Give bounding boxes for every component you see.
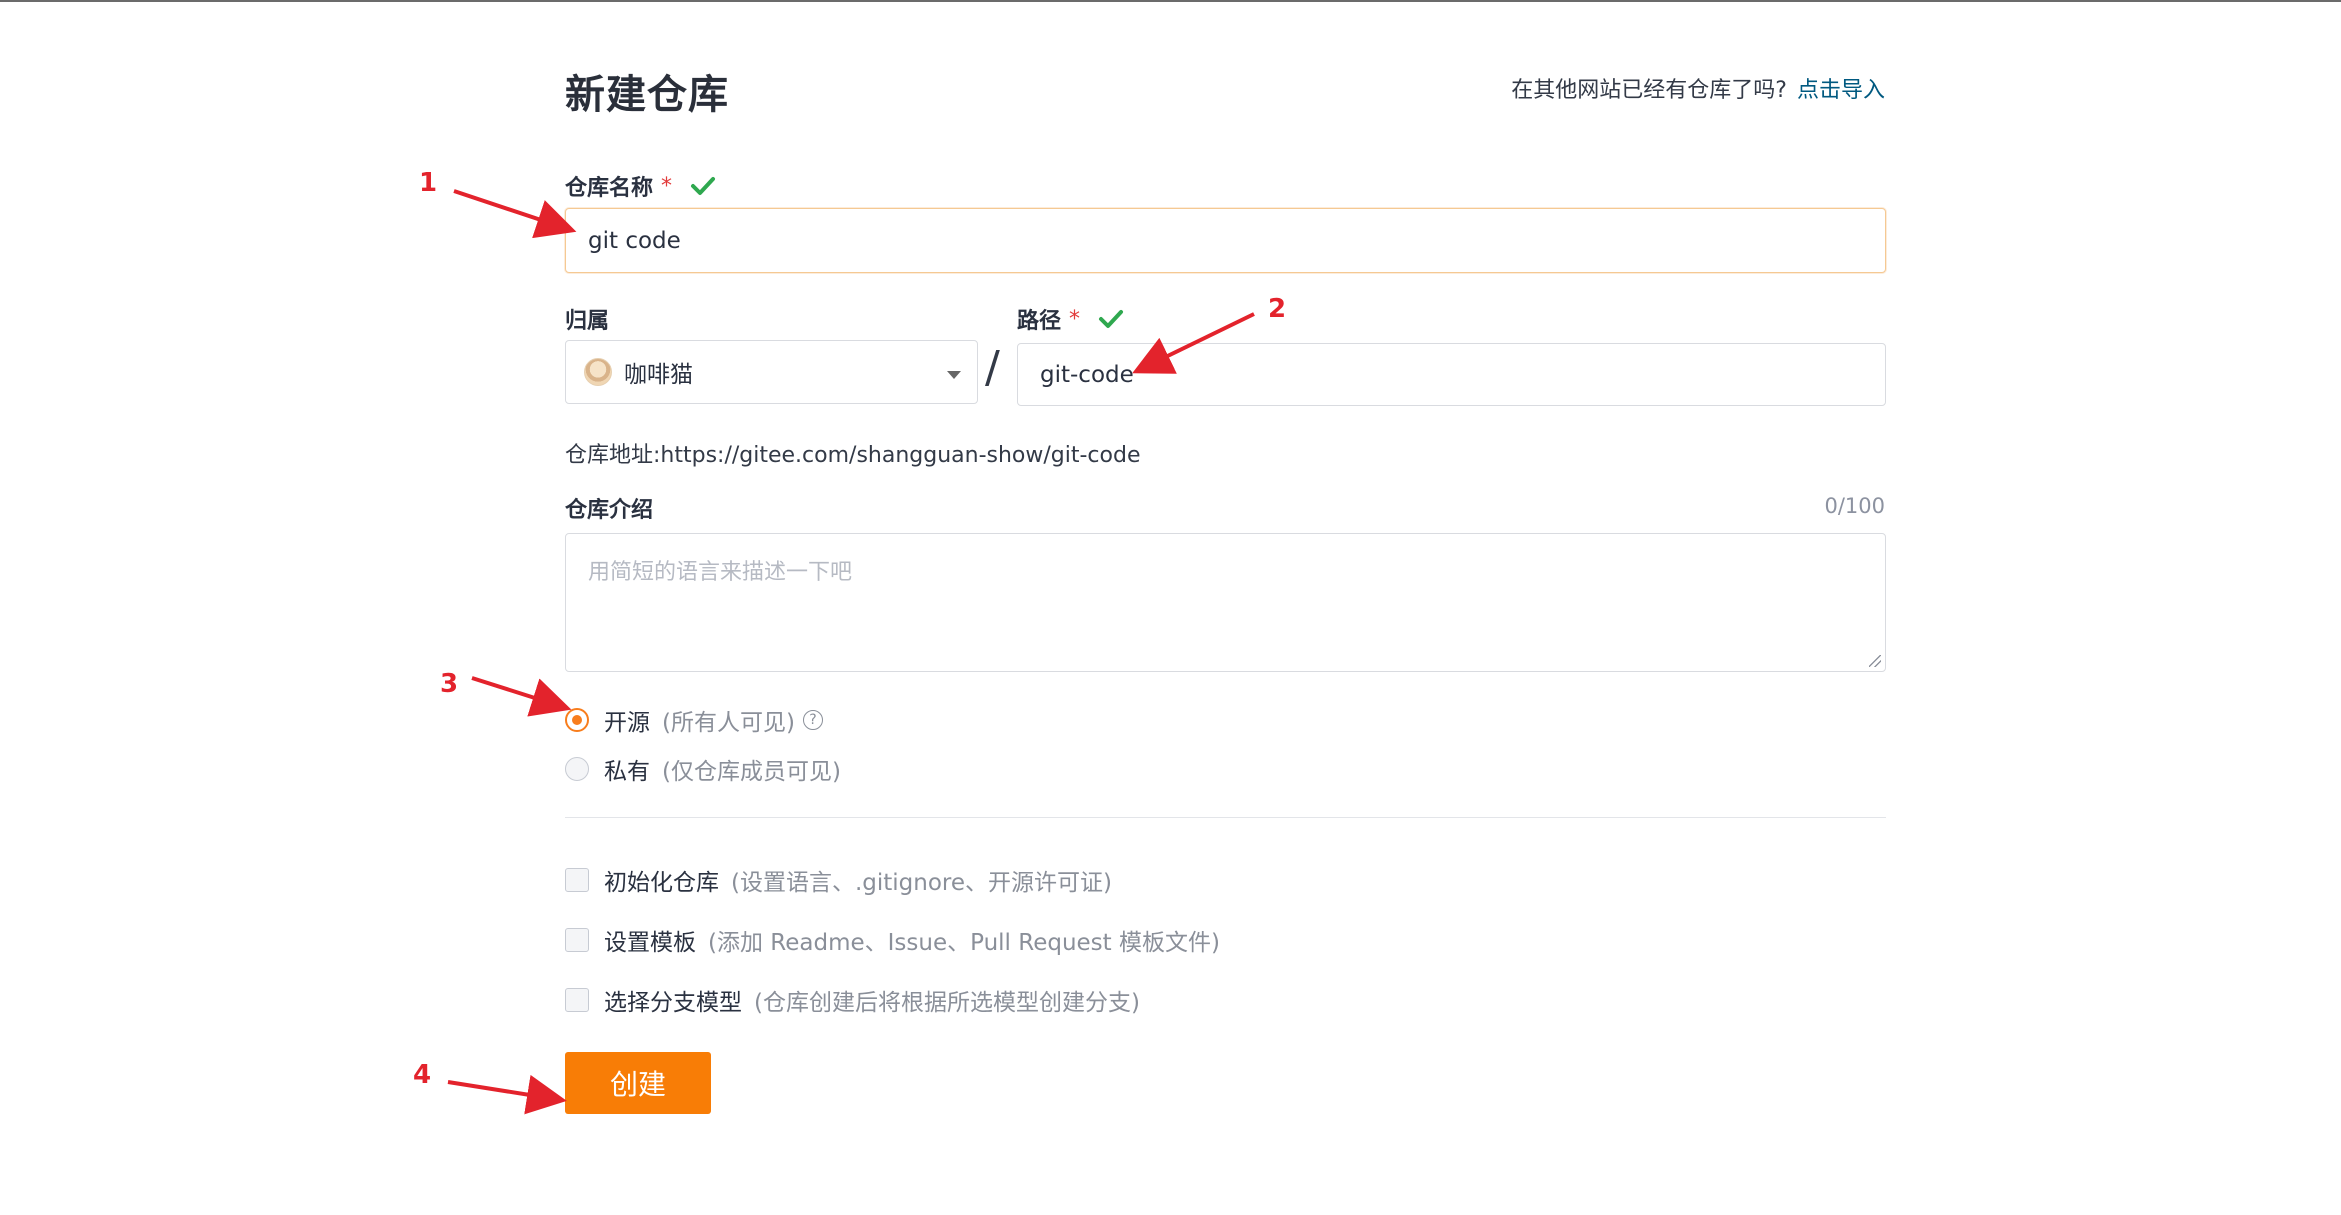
annotation-arrow-3: [471, 676, 572, 717]
annotation-arrows: [447, 189, 1255, 1115]
annotation-arrow-2: [1132, 312, 1255, 374]
annotation-arrow-1: [453, 189, 577, 239]
annotation-arrow-4: [447, 1074, 567, 1115]
